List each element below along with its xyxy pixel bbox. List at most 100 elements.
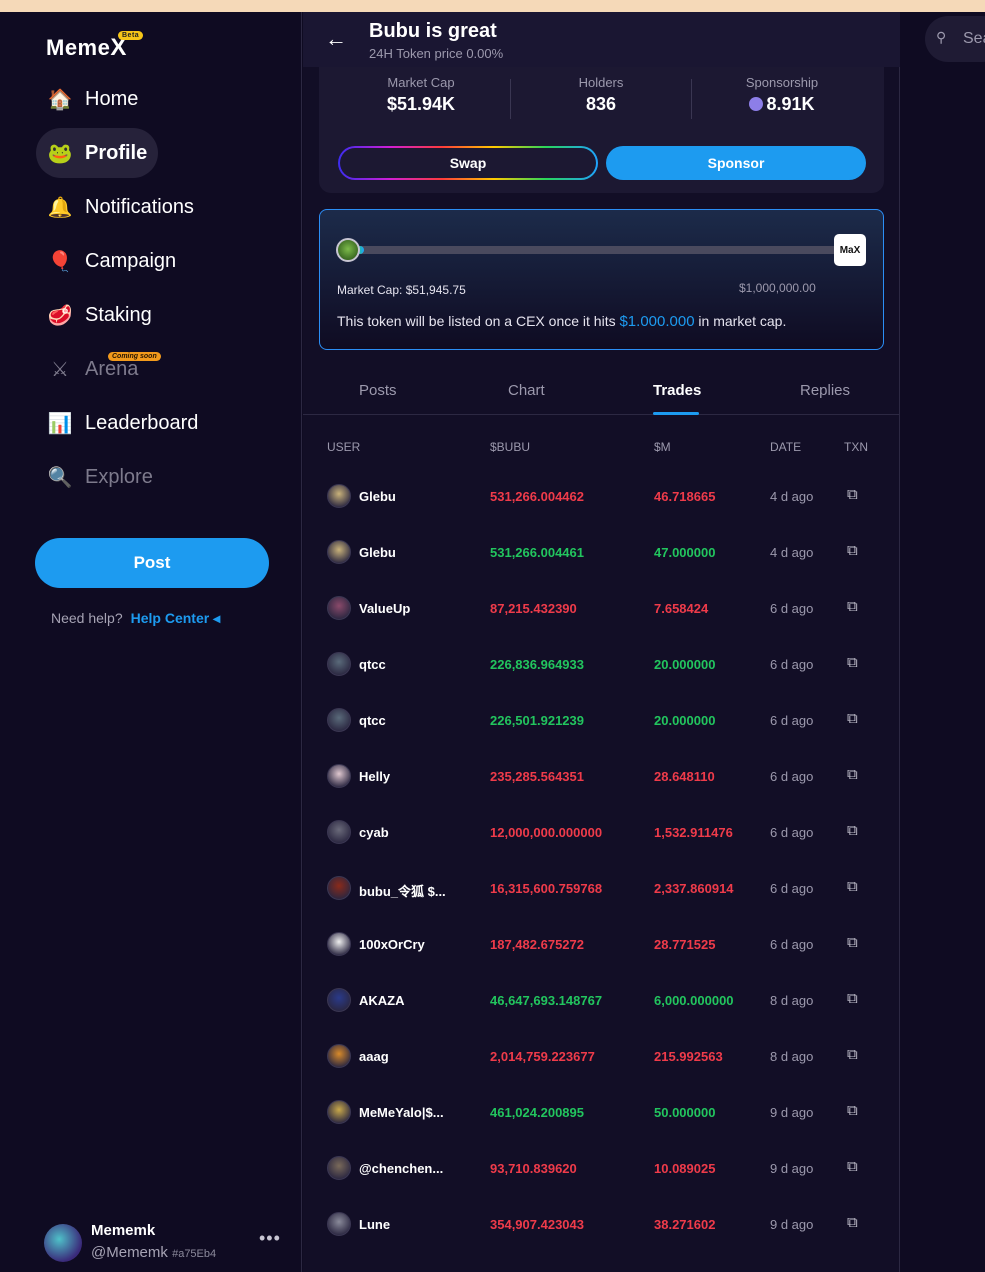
search-input[interactable]: ⚲ Sea — [925, 16, 985, 62]
token-amount: 12,000,000.000000 — [490, 825, 603, 840]
token-page: ← Bubu is great 24H Token price 0.00% Ma… — [303, 12, 900, 1272]
avatar[interactable] — [327, 1044, 351, 1068]
trader-name[interactable]: AKAZA — [359, 993, 405, 1008]
trader-name[interactable]: 100xOrCry — [359, 937, 425, 952]
trade-date: 6 d ago — [770, 825, 814, 840]
trade-date: 9 d ago — [770, 1105, 814, 1120]
stat-holders: Holders 836 — [511, 75, 691, 115]
external-link-icon[interactable]: ⧉ — [847, 1102, 858, 1119]
external-link-icon[interactable]: ⧉ — [847, 822, 858, 839]
nav-item-notifications[interactable]: 🔔 Notifications — [36, 182, 286, 232]
external-link-icon[interactable]: ⧉ — [847, 1158, 858, 1175]
m-amount: 38.271602 — [654, 1217, 716, 1232]
avatar[interactable] — [327, 708, 351, 732]
external-link-icon[interactable]: ⧉ — [847, 486, 858, 503]
help-center-link[interactable]: Help Center ◂ — [131, 610, 221, 626]
trader-name[interactable]: MeMeYalo|$... — [359, 1105, 444, 1120]
avatar[interactable] — [327, 1156, 351, 1180]
trade-date: 6 d ago — [770, 713, 814, 728]
external-link-icon[interactable]: ⧉ — [847, 598, 858, 615]
trade-date: 9 d ago — [770, 1161, 814, 1176]
explore-icon: 🔍 — [47, 466, 73, 489]
sponsor-button[interactable]: Sponsor — [606, 146, 866, 180]
trader-name[interactable]: Glebu — [359, 545, 396, 560]
more-options-icon[interactable]: ••• — [259, 1228, 281, 1249]
avatar[interactable] — [327, 596, 351, 620]
m-amount: 7.658424 — [654, 601, 709, 616]
avatar[interactable] — [327, 932, 351, 956]
post-button[interactable]: Post — [35, 538, 269, 588]
external-link-icon[interactable]: ⧉ — [847, 1046, 858, 1063]
external-link-icon[interactable]: ⧉ — [847, 710, 858, 727]
tab-trades[interactable]: Trades — [653, 382, 701, 399]
account-handle: @Mememk #a75Eb4 — [91, 1244, 216, 1261]
trader-name[interactable]: @chenchen... — [359, 1161, 443, 1176]
staking-icon: 🥩 — [47, 304, 73, 327]
help-line: Need help? Help Center ◂ — [51, 610, 220, 627]
trader-name[interactable]: qtcc — [359, 713, 386, 728]
avatar[interactable] — [327, 988, 351, 1012]
cex-listing-note: This token will be listed on a CEX once … — [337, 313, 786, 330]
help-prefix: Need help? — [51, 610, 123, 626]
back-arrow-icon[interactable]: ← — [325, 26, 347, 52]
nav-item-profile[interactable]: 🐸 Profile — [36, 128, 158, 178]
avatar[interactable] — [327, 876, 351, 900]
nav-label: Notifications — [85, 195, 194, 218]
token-amount: 531,266.004462 — [490, 489, 584, 504]
external-link-icon[interactable]: ⧉ — [847, 1214, 858, 1231]
tab-posts[interactable]: Posts — [359, 382, 397, 399]
nav-item-arena[interactable]: ⚔ Arena Coming soon — [36, 344, 286, 394]
avatar[interactable] — [327, 764, 351, 788]
token-amount: 93,710.839620 — [490, 1161, 577, 1176]
swap-button[interactable]: Swap — [338, 146, 598, 180]
stat-market-cap: Market Cap $51.94K — [331, 75, 511, 115]
tab-replies[interactable]: Replies — [800, 382, 850, 399]
nav-label: Explore — [85, 465, 153, 488]
search-placeholder: Sea — [963, 30, 985, 47]
nav-item-explore[interactable]: 🔍 Explore — [36, 452, 286, 502]
header-m: $M — [654, 440, 671, 454]
trader-name[interactable]: Glebu — [359, 489, 396, 504]
trades-table-header: USER $BUBU $M DATE TXN — [303, 440, 900, 460]
external-link-icon[interactable]: ⧉ — [847, 878, 858, 895]
external-link-icon[interactable]: ⧉ — [847, 654, 858, 671]
external-link-icon[interactable]: ⧉ — [847, 542, 858, 559]
trade-date: 6 d ago — [770, 937, 814, 952]
nav-label: Staking — [85, 303, 152, 326]
external-link-icon[interactable]: ⧉ — [847, 766, 858, 783]
trader-name[interactable]: Helly — [359, 769, 390, 784]
nav-item-staking[interactable]: 🥩 Staking — [36, 290, 286, 340]
account-card[interactable]: Mememk @Mememk #a75Eb4 ••• — [44, 1220, 284, 1266]
nav-label: Campaign — [85, 249, 177, 272]
trade-date: 6 d ago — [770, 601, 814, 616]
table-row: Lune 354,907.423043 38.271602 9 d ago ⧉ — [303, 1196, 900, 1252]
avatar[interactable] — [327, 1212, 351, 1236]
trader-name[interactable]: bubu_令狐 $... — [359, 881, 446, 900]
trader-name[interactable]: Lune — [359, 1217, 390, 1232]
token-amount: 187,482.675272 — [490, 937, 584, 952]
bonding-progress-card: MaX Market Cap: $51,945.75 $1,000,000.00… — [319, 209, 884, 350]
m-amount: 10.089025 — [654, 1161, 716, 1176]
tab-chart[interactable]: Chart — [508, 382, 545, 399]
avatar[interactable] — [327, 1100, 351, 1124]
swap-label: Swap — [340, 148, 596, 178]
nav-item-campaign[interactable]: 🎈 Campaign — [36, 236, 286, 286]
avatar[interactable] — [327, 652, 351, 676]
nav-item-leaderboard[interactable]: 📊 Leaderboard — [36, 398, 286, 448]
external-link-icon[interactable]: ⧉ — [847, 990, 858, 1007]
m-amount: 50.000000 — [654, 1105, 716, 1120]
trader-name[interactable]: qtcc — [359, 657, 386, 672]
trader-name[interactable]: cyab — [359, 825, 389, 840]
trader-name[interactable]: aaag — [359, 1049, 389, 1064]
external-link-icon[interactable]: ⧉ — [847, 934, 858, 951]
token-amount: 531,266.004461 — [490, 545, 584, 560]
m-amount: 1,532.911476 — [654, 825, 733, 840]
memex-logo[interactable]: MemeX Beta — [46, 31, 144, 62]
trade-date: 6 d ago — [770, 769, 814, 784]
nav-item-home[interactable]: 🏠 Home — [36, 74, 286, 124]
table-row: MeMeYalo|$... 461,024.200895 50.000000 9 d … — [303, 1084, 900, 1140]
avatar[interactable] — [327, 484, 351, 508]
avatar[interactable] — [327, 820, 351, 844]
avatar[interactable] — [327, 540, 351, 564]
trader-name[interactable]: ValueUp — [359, 601, 410, 616]
